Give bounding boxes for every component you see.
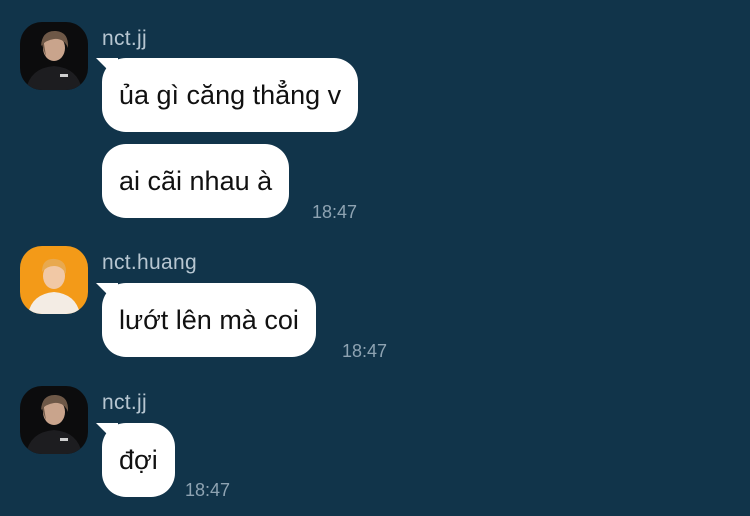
sender-name: nct.jj — [102, 27, 147, 50]
dark-portrait-icon — [20, 386, 88, 454]
avatar-nct-jj[interactable] — [20, 386, 88, 454]
message-time: 18:47 — [342, 341, 388, 361]
orange-portrait-icon — [20, 246, 88, 314]
message-bubble[interactable]: lướt lên mà coi — [102, 283, 316, 357]
avatar-nct-jj[interactable] — [20, 22, 88, 90]
sender-name: nct.jj — [102, 391, 147, 414]
message-bubble[interactable]: ai cãi nhau à — [102, 144, 290, 218]
message-time: 18:47 — [312, 202, 358, 222]
message-bubble[interactable]: đợi — [102, 423, 175, 497]
dark-portrait-icon — [20, 22, 88, 90]
message-bubble[interactable]: ủa gì căng thẳng v — [102, 58, 359, 132]
sender-name: nct.huang — [102, 251, 197, 274]
message-time: 18:47 — [185, 480, 231, 500]
avatar-nct-huang[interactable] — [20, 246, 88, 314]
